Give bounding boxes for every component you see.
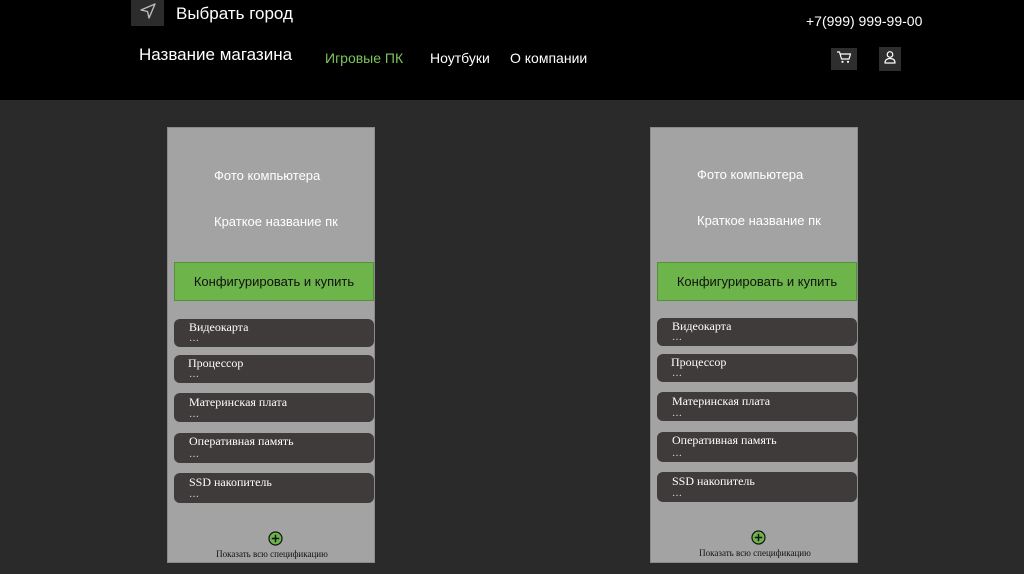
product-name[interactable]: Краткое название пк [697,213,821,228]
product-photo-placeholder[interactable]: Фото компьютера [214,168,320,183]
spec-value: … [189,409,199,420]
account-button[interactable] [879,47,901,71]
choose-city-link[interactable]: Выбрать город [176,4,293,24]
nav-about[interactable]: О компании [510,50,587,66]
location-button[interactable] [131,0,164,26]
spec-item-motherboard[interactable]: Материнская плата … [657,392,857,421]
spec-value: … [189,333,199,344]
plus-circle-icon[interactable] [751,530,766,545]
spec-value: … [189,489,199,500]
show-all-specs-link[interactable]: Показать всю спецификацию [651,548,859,558]
cart-icon [836,50,852,69]
user-icon [883,50,897,69]
spec-item-gpu[interactable]: Видеокарта … [174,319,374,347]
configure-buy-button[interactable]: Конфигурировать и купить [657,262,857,301]
spec-value: … [672,448,682,459]
spec-item-ssd[interactable]: SSD накопитель … [174,473,374,503]
spec-label: SSD накопитель [672,474,755,488]
spec-item-ram[interactable]: Оперативная память … [174,433,374,463]
product-photo-placeholder[interactable]: Фото компьютера [697,167,803,182]
spec-label: Материнская плата [672,394,771,408]
spec-label: Оперативная память [189,434,294,448]
spec-label: SSD накопитель [189,475,272,489]
plus-circle-icon[interactable] [268,531,283,546]
spec-value: … [672,368,682,379]
spec-value: … [672,408,682,419]
shop-name[interactable]: Название магазина [139,45,292,65]
product-name[interactable]: Краткое название пк [214,214,338,229]
spec-value: … [672,332,682,343]
show-all-specs-link[interactable]: Показать всю спецификацию [168,549,376,559]
product-card: Фото компьютера Краткое название пк Конф… [650,127,858,563]
nav-gaming-pc[interactable]: Игровые ПК [325,50,403,66]
spec-value: … [672,488,682,499]
navigation-arrow-icon [139,2,157,25]
phone-number[interactable]: +7(999) 999-99-00 [806,13,922,29]
spec-value: … [189,449,199,460]
cart-button[interactable] [831,48,857,70]
spec-item-motherboard[interactable]: Материнская плата … [174,393,374,422]
spec-item-cpu[interactable]: Процессор … [174,355,374,383]
site-header: Выбрать город +7(999) 999-99-00 Название… [0,0,1024,100]
spec-label: Оперативная память [672,433,777,447]
spec-value: … [189,369,199,380]
spec-item-cpu[interactable]: Процессор … [657,354,857,382]
nav-laptops[interactable]: Ноутбуки [430,50,490,66]
spec-item-gpu[interactable]: Видеокарта … [657,318,857,346]
spec-item-ram[interactable]: Оперативная память … [657,432,857,462]
product-card: Фото компьютера Краткое название пк Конф… [167,127,375,563]
configure-buy-button[interactable]: Конфигурировать и купить [174,262,374,301]
spec-label: Материнская плата [189,395,288,409]
spec-item-ssd[interactable]: SSD накопитель … [657,472,857,502]
